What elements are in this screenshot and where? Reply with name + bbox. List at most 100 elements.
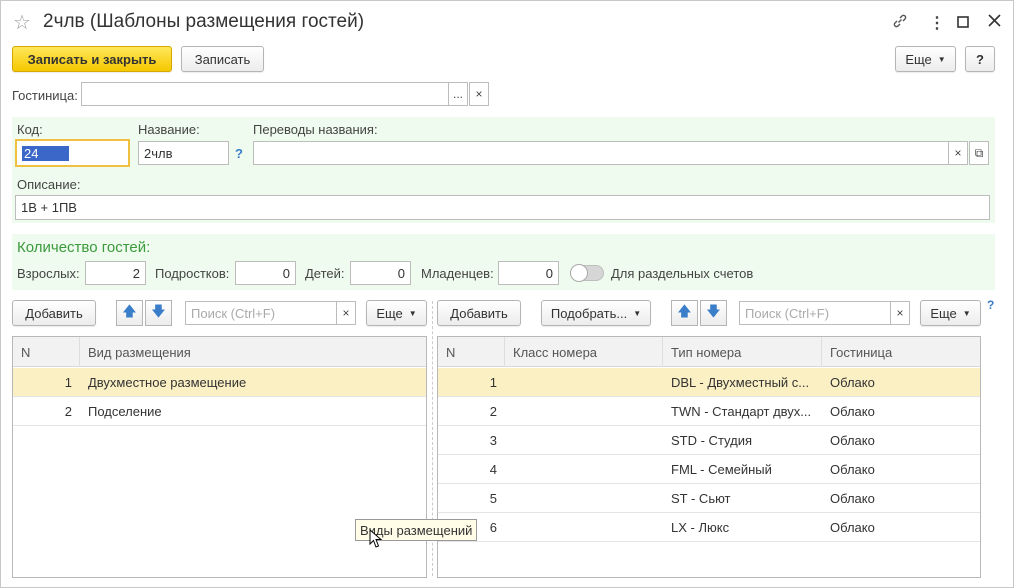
room-class-cell bbox=[505, 455, 663, 484]
right-help-icon[interactable]: ? bbox=[987, 298, 994, 312]
link-icon[interactable] bbox=[892, 13, 908, 34]
teens-label: Подростков: bbox=[155, 266, 230, 281]
room-type-cell: TWN - Стандарт двух... bbox=[671, 404, 812, 419]
left-more-label: Еще bbox=[376, 305, 403, 321]
column-header-n[interactable]: N bbox=[438, 337, 505, 367]
caret-down-icon: ▼ bbox=[962, 308, 971, 318]
code-input[interactable]: 24 bbox=[15, 139, 130, 167]
pick-button[interactable]: Подобрать... ▼ bbox=[541, 300, 651, 326]
row-number: 2 bbox=[64, 404, 72, 419]
right-more-button[interactable]: Еще ▼ bbox=[920, 300, 981, 326]
room-type-cell: ST - Сьют bbox=[671, 491, 731, 506]
more-label: Еще bbox=[905, 51, 932, 67]
translations-open-button[interactable]: ⧉ bbox=[969, 141, 989, 165]
room-type-cell: DBL - Двухместный с... bbox=[671, 375, 810, 390]
placement-types-table[interactable]: N Вид размещения 1 Двухместное размещени… bbox=[12, 336, 427, 578]
column-header-n[interactable]: N bbox=[13, 337, 80, 367]
left-search-placeholder: Поиск (Ctrl+F) bbox=[191, 305, 276, 321]
hotel-cell: Облако bbox=[830, 520, 875, 535]
hotel-cell: Облако bbox=[830, 433, 875, 448]
hotel-cell: Облако bbox=[830, 404, 875, 419]
infants-input[interactable]: 0 bbox=[498, 261, 559, 285]
vertical-dots-icon[interactable]: ⋮ bbox=[929, 13, 945, 33]
table-row[interactable]: 4 FML - Семейный Облако bbox=[438, 455, 980, 484]
right-search-input[interactable]: Поиск (Ctrl+F) bbox=[739, 301, 891, 325]
left-search-input[interactable]: Поиск (Ctrl+F) bbox=[185, 301, 337, 325]
translations-label: Переводы названия: bbox=[253, 122, 378, 137]
toggle-knob bbox=[570, 264, 588, 282]
more-button[interactable]: Еще ▼ bbox=[895, 46, 956, 72]
close-icon[interactable] bbox=[988, 14, 1001, 32]
table-header: N Вид размещения bbox=[13, 337, 426, 367]
right-search-clear-button[interactable]: × bbox=[890, 301, 910, 325]
caret-down-icon: ▼ bbox=[408, 308, 417, 318]
name-input[interactable]: 2члв bbox=[138, 141, 229, 165]
form-window: ☆ 2члв (Шаблоны размещения гостей) ⋮ Зап… bbox=[0, 0, 1014, 588]
hotel-clear-button[interactable]: × bbox=[469, 82, 489, 106]
separate-bills-toggle[interactable] bbox=[570, 264, 604, 282]
table-row[interactable]: 1 DBL - Двухместный с... Облако bbox=[438, 368, 980, 397]
column-header-room-class[interactable]: Класс номера bbox=[505, 337, 663, 367]
children-label: Детей: bbox=[305, 266, 345, 281]
room-class-cell bbox=[505, 513, 663, 542]
row-number: 4 bbox=[489, 462, 497, 477]
save-and-close-button[interactable]: Записать и закрыть bbox=[12, 46, 172, 72]
right-more-label: Еще bbox=[930, 305, 957, 321]
row-number: 1 bbox=[64, 375, 72, 390]
room-type-cell: LX - Люкс bbox=[671, 520, 730, 535]
row-number: 1 bbox=[489, 375, 497, 390]
room-class-cell bbox=[505, 426, 663, 455]
room-type-cell: FML - Семейный bbox=[671, 462, 772, 477]
children-input[interactable]: 0 bbox=[350, 261, 411, 285]
table-row[interactable]: 2 TWN - Стандарт двух... Облако bbox=[438, 397, 980, 426]
code-label: Код: bbox=[17, 122, 43, 137]
hotel-cell: Облако bbox=[830, 491, 875, 506]
move-up-icon[interactable]: 🡅 bbox=[671, 300, 698, 326]
row-number: 5 bbox=[489, 491, 497, 506]
hotel-label: Гостиница: bbox=[12, 88, 78, 103]
row-number: 2 bbox=[489, 404, 497, 419]
name-help-icon[interactable]: ? bbox=[235, 146, 243, 161]
column-header-placement-type[interactable]: Вид размещения bbox=[80, 337, 426, 367]
room-types-table[interactable]: N Класс номера Тип номера Гостиница 1 DB… bbox=[437, 336, 981, 578]
description-label: Описание: bbox=[17, 177, 81, 192]
separate-bills-label: Для раздельных счетов bbox=[611, 266, 754, 281]
hotel-input[interactable] bbox=[81, 82, 449, 106]
page-title: 2члв (Шаблоны размещения гостей) bbox=[43, 11, 365, 32]
move-down-icon[interactable]: 🡇 bbox=[700, 300, 727, 326]
caret-down-icon: ▼ bbox=[937, 54, 946, 64]
placement-type-cell: Подселение bbox=[88, 404, 162, 419]
maximize-icon[interactable] bbox=[957, 15, 969, 33]
left-add-button[interactable]: Добавить bbox=[12, 300, 96, 326]
pick-label: Подобрать... bbox=[550, 305, 628, 321]
move-down-icon[interactable]: 🡇 bbox=[145, 300, 172, 326]
star-icon[interactable]: ☆ bbox=[13, 10, 31, 35]
description-input[interactable]: 1В + 1ПВ bbox=[15, 195, 990, 220]
table-header: N Класс номера Тип номера Гостиница bbox=[438, 337, 980, 367]
code-value: 24 bbox=[22, 145, 69, 161]
column-header-room-type[interactable]: Тип номера bbox=[663, 337, 822, 367]
hotel-cell: Облако bbox=[830, 462, 875, 477]
column-header-hotel[interactable]: Гостиница bbox=[822, 337, 980, 367]
table-row[interactable]: 5 ST - Сьют Облако bbox=[438, 484, 980, 513]
table-row[interactable]: 2 Подселение bbox=[13, 397, 426, 426]
left-search-clear-button[interactable]: × bbox=[336, 301, 356, 325]
mouse-cursor-icon bbox=[369, 529, 383, 548]
move-up-icon[interactable]: 🡅 bbox=[116, 300, 143, 326]
table-row[interactable]: 6 LX - Люкс Облако bbox=[438, 513, 980, 542]
right-add-button[interactable]: Добавить bbox=[437, 300, 521, 326]
translations-input[interactable] bbox=[253, 141, 949, 165]
room-class-cell bbox=[505, 368, 663, 397]
room-class-cell bbox=[505, 397, 663, 426]
caret-down-icon: ▼ bbox=[633, 308, 642, 318]
left-more-button[interactable]: Еще ▼ bbox=[366, 300, 427, 326]
infants-label: Младенцев: bbox=[421, 266, 494, 281]
table-row[interactable]: 1 Двухместное размещение bbox=[13, 368, 426, 397]
table-row[interactable]: 3 STD - Студия Облако bbox=[438, 426, 980, 455]
help-button[interactable]: ? bbox=[965, 46, 995, 72]
teens-input[interactable]: 0 bbox=[235, 261, 296, 285]
hotel-select-button[interactable]: ... bbox=[448, 82, 468, 106]
save-button[interactable]: Записать bbox=[181, 46, 264, 72]
translations-clear-button[interactable]: × bbox=[948, 141, 968, 165]
adults-input[interactable]: 2 bbox=[85, 261, 146, 285]
